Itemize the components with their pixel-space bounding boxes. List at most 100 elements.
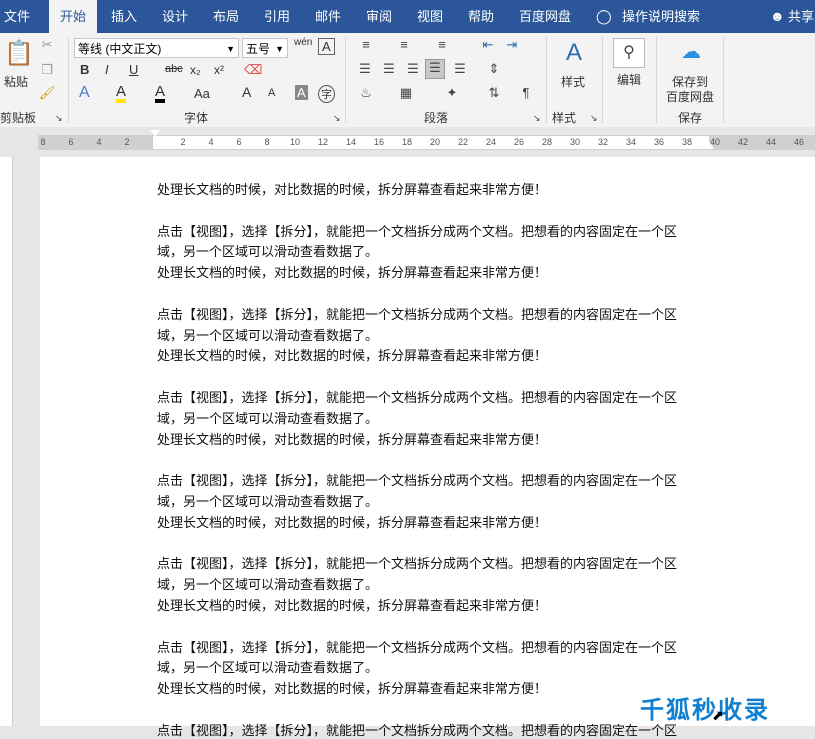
document-line: 点击【视图】，选择【拆分】，就能把一个文档拆分成两个文档。把想看的内容固定在一个… — [157, 557, 678, 573]
indent-marker[interactable] — [150, 130, 160, 156]
enclose-characters-button[interactable]: 字 — [318, 85, 335, 103]
multilevel-list-icon[interactable]: ≡ — [432, 37, 452, 52]
ruler-tick: 16 — [373, 137, 384, 147]
highlight-color-button[interactable]: A — [116, 84, 127, 103]
character-shading-button[interactable]: A — [295, 85, 308, 100]
styles-button[interactable]: 样式 — [561, 73, 585, 90]
show-marks-icon[interactable]: ¶ — [516, 85, 536, 100]
share-button[interactable]: 共享 — [788, 0, 814, 33]
sort-icon[interactable]: ⇅ — [484, 85, 504, 101]
ruler-tick: 20 — [429, 137, 440, 147]
document-line: 点击【视图】，选择【拆分】，就能把一个文档拆分成两个文档。把想看的内容固定在一个… — [157, 640, 678, 656]
watermark-logo: 千狐秒收录 — [640, 697, 770, 724]
find-magnifier-icon[interactable]: ⚲ — [613, 38, 645, 68]
tab-help[interactable]: 帮助 — [468, 0, 494, 33]
copy-icon[interactable]: ❐ — [38, 62, 56, 78]
character-border-button[interactable]: A — [318, 38, 335, 55]
tab-review[interactable]: 审阅 — [366, 0, 392, 33]
styles-icon[interactable]: A — [560, 39, 588, 67]
tab-design[interactable]: 设计 — [162, 0, 188, 33]
distributed-icon[interactable]: ☰ — [451, 61, 469, 77]
divider — [68, 37, 69, 123]
bullets-icon[interactable]: ≡ — [356, 37, 376, 52]
divider — [602, 37, 603, 123]
ruler-tick: 12 — [317, 137, 328, 147]
numbering-icon[interactable]: ≡ — [394, 37, 414, 52]
phonetic-guide-button[interactable]: wén — [294, 37, 312, 48]
align-center-icon[interactable]: ☰ — [380, 61, 398, 77]
decrease-indent-icon[interactable]: ⇤ — [478, 37, 498, 53]
chinese-layout-icon[interactable]: ✦ — [442, 85, 462, 101]
ruler-tick: 36 — [653, 137, 664, 147]
document-line: 点击【视图】，选择【拆分】，就能把一个文档拆分成两个文档。把想看的内容固定在一个… — [157, 224, 678, 240]
document-line: 域，另一个区域可以滑动查看数据了。 — [157, 578, 379, 594]
line-spacing-icon[interactable]: ⇕ — [484, 61, 504, 77]
tab-layout[interactable]: 布局 — [213, 0, 239, 33]
font-size-box[interactable]: 五号 ▼ — [242, 38, 288, 58]
horizontal-ruler[interactable]: 8 6 4 2 2 4 6 8 10 12 14 16 18 20 22 24 26 28 30 32 34 36 38 40… — [0, 127, 815, 157]
ruler-tick: 30 — [569, 137, 580, 147]
ruler-tick: 2 — [124, 137, 130, 147]
save-group-label: 保存 — [678, 111, 703, 125]
tab-file[interactable]: 文件 — [4, 0, 30, 33]
increase-indent-icon[interactable]: ⇥ — [502, 37, 522, 53]
align-left-icon[interactable]: ☰ — [356, 61, 374, 77]
ribbon-tab-bar: 文件 开始 插入 设计 布局 引用 邮件 审阅 视图 帮助 百度网盘 ◯ 操作说… — [0, 0, 815, 33]
ruler-tick: 10 — [289, 137, 300, 147]
ruler-tick: 24 — [485, 137, 496, 147]
text-effects-button[interactable]: A — [79, 84, 90, 102]
ribbon: 📋 粘贴 ✂ ❐ 🖌 剪贴板 ↘ 等线 (中文正文) ▼ 五号 ▼ wén A B … — [0, 33, 815, 128]
paste-button[interactable]: 粘贴 — [4, 73, 28, 90]
shading-icon[interactable]: ♨ — [356, 85, 376, 101]
underline-button[interactable]: U — [129, 62, 138, 77]
document-line: 域，另一个区域可以滑动查看数据了。 — [157, 245, 379, 261]
dialog-launcher-icon[interactable]: ↘ — [55, 113, 63, 124]
ruler-tick: 32 — [597, 137, 608, 147]
tab-home[interactable]: 开始 — [49, 0, 97, 33]
right-indent-icon[interactable] — [704, 141, 714, 149]
ruler-tick: 6 — [236, 137, 242, 147]
tell-me-search[interactable]: 操作说明搜索 — [622, 0, 700, 33]
chevron-down-icon: ▼ — [275, 44, 284, 54]
format-painter-icon[interactable]: 🖌 — [38, 85, 56, 101]
shrink-font-button[interactable]: A — [268, 87, 275, 99]
clipboard-group-label: 剪贴板 — [0, 111, 37, 125]
change-case-button[interactable]: Aa — [194, 86, 210, 101]
ruler-tick: 44 — [765, 137, 776, 147]
ruler-tick: 22 — [457, 137, 468, 147]
tab-references[interactable]: 引用 — [264, 0, 290, 33]
clear-formatting-icon[interactable]: ⌫ — [244, 62, 262, 78]
document-line: 域，另一个区域可以滑动查看数据了。 — [157, 495, 379, 510]
document-line: 处理长文档的时候，对比数据的时候，拆分屏幕查看起来非常方便！ — [157, 682, 548, 698]
baidu-cloud-icon[interactable]: ☁ — [675, 39, 707, 64]
strikethrough-button[interactable]: abc — [165, 63, 183, 75]
dialog-launcher-icon[interactable]: ↘ — [533, 113, 541, 124]
dialog-launcher-icon[interactable]: ↘ — [333, 113, 341, 124]
tab-mailings[interactable]: 邮件 — [315, 0, 341, 33]
justify-icon[interactable]: ☰ — [425, 59, 445, 79]
chevron-down-icon: ▼ — [226, 44, 235, 54]
borders-icon[interactable]: ▦ — [396, 85, 416, 101]
document-line: 处理长文档的时候，对比数据的时候，拆分屏幕查看起来非常方便！ — [157, 349, 548, 365]
cut-icon[interactable]: ✂ — [38, 37, 56, 53]
tab-insert[interactable]: 插入 — [111, 0, 137, 33]
tab-view[interactable]: 视图 — [417, 0, 443, 33]
bold-button[interactable]: B — [80, 62, 89, 77]
subscript-button[interactable]: x₂ — [190, 63, 201, 77]
font-name-box[interactable]: 等线 (中文正文) ▼ — [74, 38, 239, 58]
document-line: 处理长文档的时候，对比数据的时候，拆分屏幕查看起来非常方便！ — [157, 599, 548, 614]
align-right-icon[interactable]: ☰ — [404, 61, 422, 77]
font-color-button[interactable]: A — [155, 84, 166, 103]
editing-button[interactable]: 编辑 — [617, 71, 641, 88]
document-line: 处理长文档的时候，对比数据的时候，拆分屏幕查看起来非常方便！ — [157, 183, 548, 198]
grow-font-button[interactable]: A — [242, 84, 251, 100]
save-to-baidu-line2[interactable]: 百度网盘 — [666, 88, 714, 105]
tab-baidu[interactable]: 百度网盘 — [519, 0, 571, 33]
dialog-launcher-icon[interactable]: ↘ — [590, 113, 598, 124]
vertical-ruler[interactable] — [0, 157, 13, 726]
paste-icon[interactable]: 📋 — [4, 39, 34, 69]
ruler-tick: 2 — [180, 137, 186, 147]
italic-button[interactable]: I — [105, 62, 109, 77]
font-group-label: 字体 — [184, 111, 209, 125]
superscript-button[interactable]: x² — [214, 63, 224, 77]
